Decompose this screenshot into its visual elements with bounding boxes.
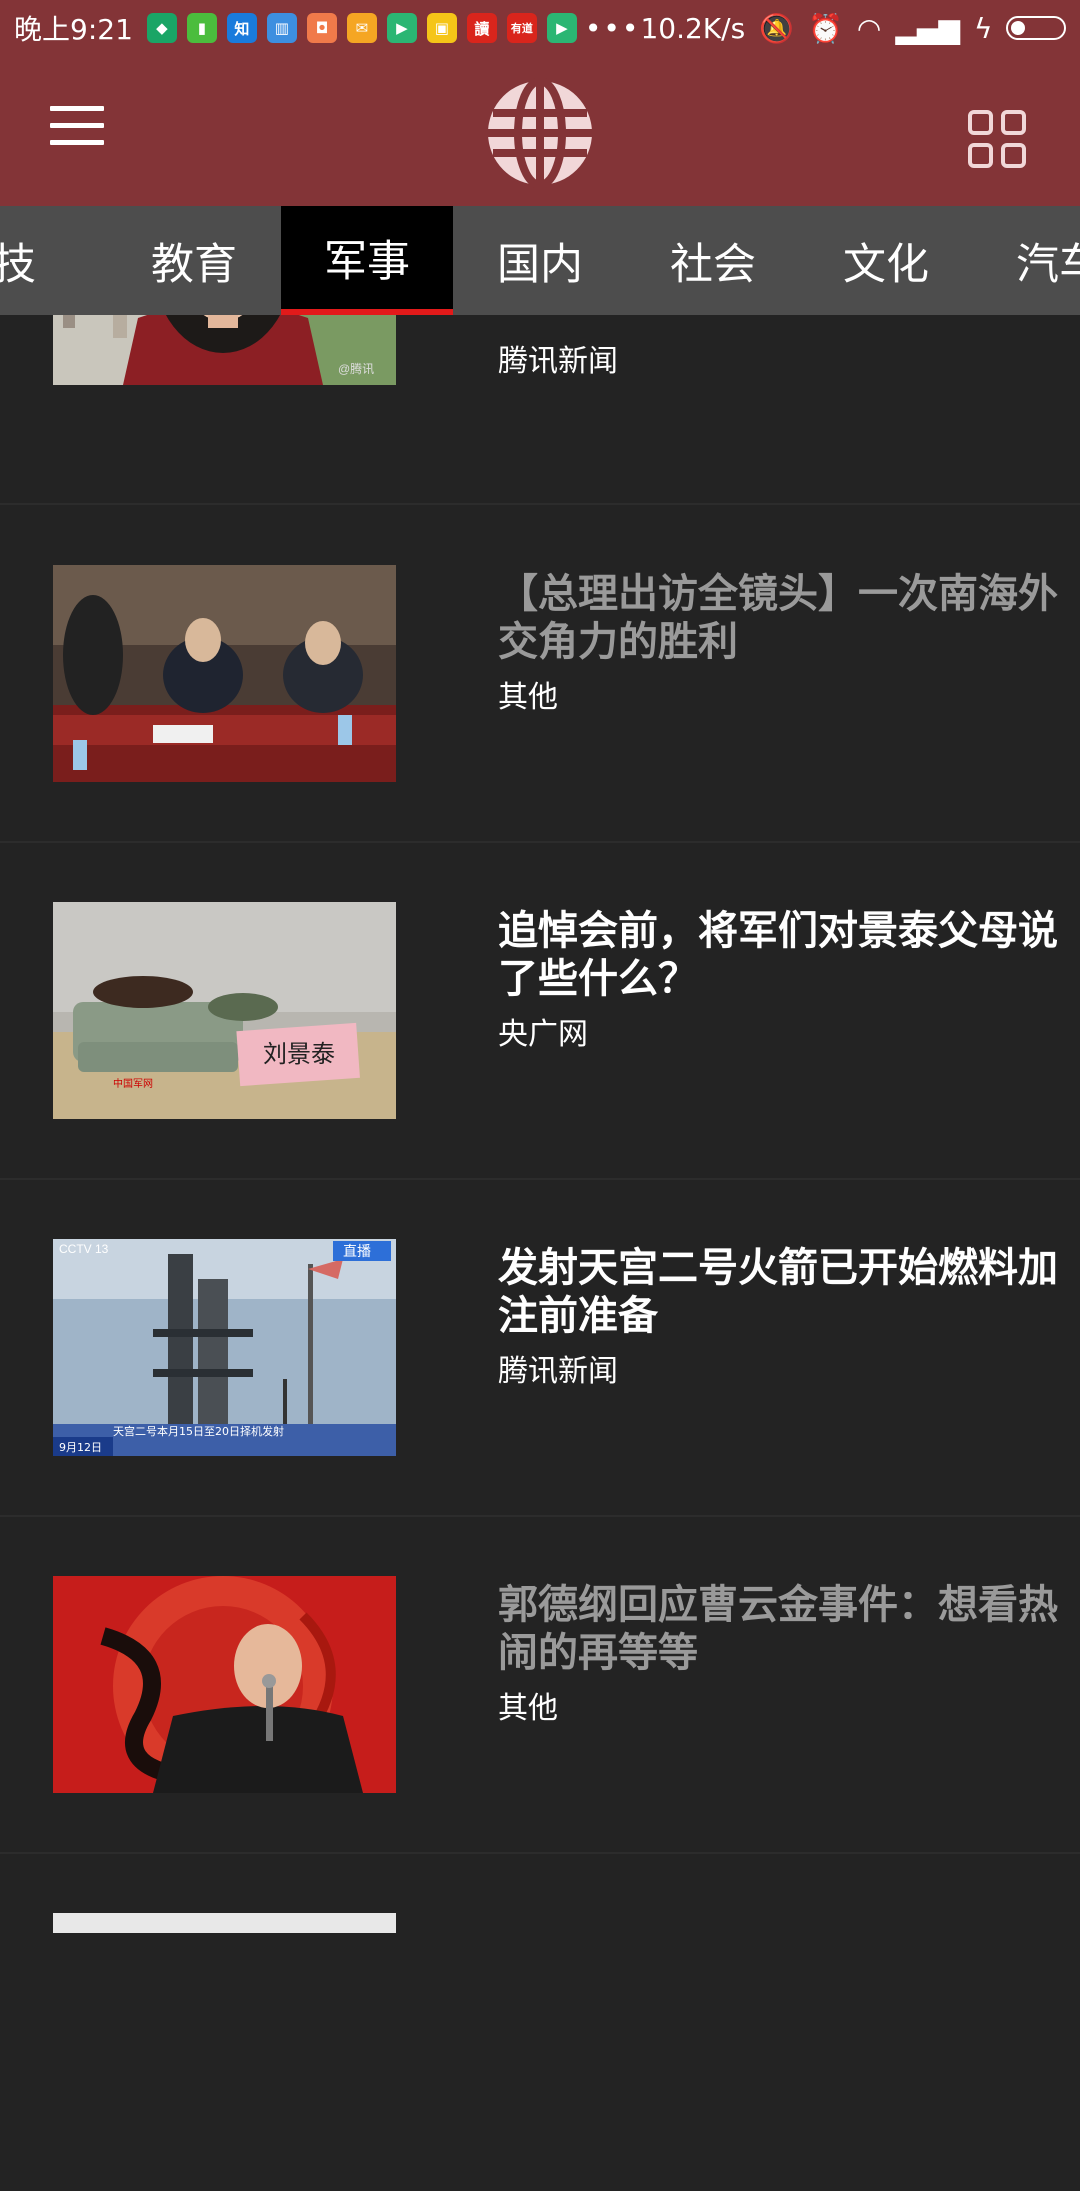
zhihu-app-icon: 知	[226, 13, 257, 43]
news-title: 发射天宫二号火箭已开始燃料加注前准备	[498, 1245, 1058, 1339]
tab-qiche[interactable]: 汽车	[973, 206, 1080, 315]
du-app-icon: 讀	[466, 13, 497, 43]
svg-text:@腾讯: @腾讯	[338, 361, 374, 376]
tab-label: 军事	[324, 236, 410, 287]
wifi-icon: ◠	[856, 11, 882, 45]
news-item[interactable]: CCTV 13 直播 天宫二号本月15日至20日择机发射 9月12日 发射天宫二…	[0, 1180, 1080, 1517]
battery-icon	[1006, 16, 1067, 40]
tab-guonei[interactable]: 国内	[454, 206, 626, 315]
mute-icon: 🔕	[759, 11, 795, 45]
news-source: 其他	[498, 1691, 558, 1726]
news-title: 【总理出访全镜头】一次南海外交角力的胜利	[498, 571, 1058, 665]
news-thumbnail	[53, 1913, 396, 1933]
watermark-text: 中国军网	[113, 1077, 153, 1090]
status-bar: 晚上9:21 ◆ ▮ 知 ▥ ◘ ✉ ▶ ▣ 讀有道 ▶ ••• 10.2K/s 🔕 ⏰ ◠ ▂▄…	[0, 0, 1080, 56]
play-app-icon: ▶	[546, 13, 577, 43]
news-thumbnail-memorial: 刘景泰 中国军网	[53, 902, 396, 1119]
app-bar	[0, 56, 1080, 206]
news-item[interactable]: 郭德纲回应曹云金事件：想看热闹的再等等 其他	[0, 1517, 1080, 1854]
status-indicators: 10.2K/s 🔕 ⏰ ◠ ▂▄▆ ϟ	[640, 11, 1067, 45]
news-thumbnail-performer	[53, 1576, 396, 1793]
video-app-icon: ▶	[386, 13, 417, 43]
tab-label: 教育	[151, 239, 237, 290]
signal-icon: ▂▄▆	[895, 11, 960, 45]
live-badge-text: 直播	[343, 1243, 371, 1260]
grid-icon[interactable]	[968, 110, 1026, 168]
battery-app-icon: ▮	[186, 13, 217, 43]
caption-text: 天宫二号本月15日至20日择机发射	[113, 1424, 284, 1438]
news-source: 腾讯新闻	[498, 1354, 618, 1389]
news-title: 郭德纲回应曹云金事件：想看热闹的再等等	[498, 1582, 1058, 1676]
news-source: 央广网	[498, 1017, 588, 1052]
date-text: 9月12日	[59, 1441, 102, 1454]
youdao-app-icon: 有道	[506, 13, 537, 43]
news-thumbnail-rocket: CCTV 13 直播 天宫二号本月15日至20日择机发射 9月12日	[53, 1239, 396, 1456]
tab-label: 科技	[0, 239, 36, 290]
shield-app-icon: ◆	[146, 13, 177, 43]
hamburger-menu-icon[interactable]	[50, 106, 104, 146]
tab-label: 文化	[843, 239, 929, 290]
tab-shehui[interactable]: 社会	[627, 206, 799, 315]
tab-keji[interactable]: 科技	[0, 206, 79, 315]
alarm-icon: ⏰	[808, 11, 843, 45]
notification-icons: ◆ ▮ 知 ▥ ◘ ✉ ▶ ▣ 讀有道 ▶	[146, 13, 577, 43]
news-item[interactable]: 刘景泰 中国军网 追悼会前，将军们对景泰父母说了些什么？ 央广网	[0, 843, 1080, 1180]
news-thumbnail-meeting	[53, 565, 396, 782]
news-source: 其他	[498, 680, 558, 715]
category-tabs: 科技 教育 军事 国内 社会 文化 汽车	[0, 206, 1080, 315]
more-notifications-icon: •••	[584, 11, 641, 45]
charging-icon: ϟ	[973, 11, 993, 45]
tab-label: 国内	[497, 239, 583, 290]
tab-wenhua[interactable]: 文化	[800, 206, 972, 315]
tab-label: 汽车	[1016, 239, 1080, 290]
tab-label: 社会	[670, 239, 756, 290]
cctv-logo-text: CCTV 13	[59, 1242, 109, 1256]
news-title: 追悼会前，将军们对景泰父母说了些什么？	[498, 908, 1058, 1002]
tab-junshi[interactable]: 军事	[281, 206, 453, 315]
net-speed: 10.2K/s	[640, 11, 746, 45]
mail-app-icon: ✉	[346, 13, 377, 43]
box-app-icon: ▣	[426, 13, 457, 43]
tab-jiaoyu[interactable]: 教育	[108, 206, 280, 315]
nameplate-text: 刘景泰	[263, 1040, 335, 1068]
news-item[interactable]: 【总理出访全镜头】一次南海外交角力的胜利 其他	[0, 506, 1080, 843]
globe-logo-icon	[485, 77, 595, 189]
status-time: 晚上9:21	[14, 13, 133, 46]
shop-app-icon: ◘	[306, 13, 337, 43]
news-item[interactable]	[0, 1854, 1080, 2191]
reader-app-icon: ▥	[266, 13, 297, 43]
news-source: 腾讯新闻	[498, 344, 618, 379]
